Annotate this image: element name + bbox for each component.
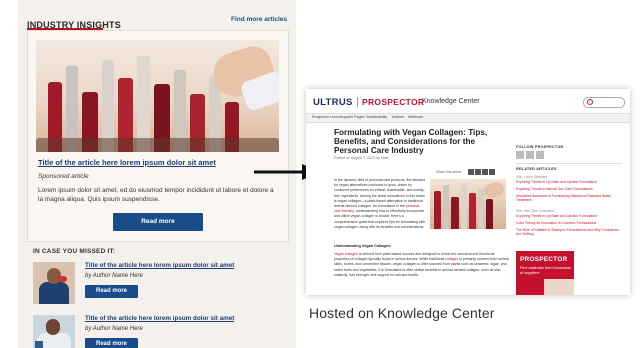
article-subheading: Understanding Vegan Collagen: bbox=[334, 244, 392, 248]
linkedin-icon[interactable] bbox=[516, 151, 524, 159]
nav-item-articles[interactable]: Articles bbox=[392, 115, 404, 119]
ad-text: Find materials from thousands of supplie… bbox=[520, 266, 572, 275]
prospector-logo[interactable]: PROSPECTOR bbox=[362, 97, 424, 107]
email-share-icon[interactable] bbox=[489, 169, 495, 175]
missed-article-author: by Author Name Here bbox=[85, 273, 143, 279]
related-article-link[interactable]: Exploring Trends in Natural Sun Care For… bbox=[516, 187, 620, 191]
kc-header: ULTRUS PROSPECTOR Knowledge Center bbox=[306, 89, 630, 113]
article-meta: Posted on August 7, 2023 by Staff bbox=[334, 156, 389, 160]
nav-item-prospector-home[interactable]: Prospector Home bbox=[312, 115, 340, 119]
logo-divider bbox=[357, 97, 358, 107]
share-label: Share this article bbox=[436, 170, 462, 174]
ad-image bbox=[544, 279, 574, 295]
nav-item-webinars[interactable]: Webinars bbox=[408, 115, 423, 119]
missed-article-item: Title of the article here lorem ipsum do… bbox=[33, 262, 283, 307]
article-section-text: Vegan collagen is derived from plant-bas… bbox=[334, 252, 509, 278]
missed-section-title: IN CASE YOU MISSED IT: bbox=[33, 248, 116, 255]
knowledge-center-screenshot: ULTRUS PROSPECTOR Knowledge Center Prosp… bbox=[306, 89, 630, 295]
read-more-button[interactable]: Read more bbox=[113, 213, 203, 231]
share-bar: Share this article bbox=[436, 169, 496, 176]
facebook-share-icon[interactable] bbox=[468, 169, 474, 175]
kc-nav-bar: Prospector Home Supplier Pages Sustainab… bbox=[306, 113, 630, 123]
related-article-link[interactable]: Color Theory for Innovation in Cosmetic … bbox=[516, 221, 620, 225]
search-icon bbox=[587, 99, 593, 105]
knowledge-center-label: Knowledge Center bbox=[422, 98, 480, 105]
linkedin-share-icon[interactable] bbox=[482, 169, 488, 175]
collagen-link[interactable]: collagen bbox=[445, 257, 458, 261]
nav-item-supplier-pages[interactable]: Supplier Pages bbox=[340, 115, 364, 119]
find-more-articles-link[interactable]: Find more articles bbox=[231, 16, 287, 23]
featured-image bbox=[36, 40, 279, 152]
related-article-link[interactable]: Innovative Advances in Formulating Water… bbox=[516, 194, 620, 203]
article-intro: In the dynamic field of personal care pr… bbox=[334, 178, 426, 230]
missed-article-thumbnail bbox=[33, 315, 75, 348]
related-article-link[interactable]: The Role of Sulfates in Shampoo Formulat… bbox=[516, 228, 620, 237]
article-image bbox=[430, 179, 506, 229]
caption: Hosted on Knowledge Center bbox=[309, 305, 495, 321]
follow-title: FOLLOW PROSPECTOR bbox=[516, 145, 564, 149]
vegan-collagen-link[interactable]: Vegan collagen bbox=[334, 252, 358, 256]
facebook-icon[interactable] bbox=[526, 151, 534, 159]
missed-article-title-link[interactable]: Title of the article here lorem ipsum do… bbox=[85, 262, 234, 269]
featured-article-card: Title of the article here lorem ipsum do… bbox=[27, 30, 289, 242]
ultrus-logo[interactable]: ULTRUS bbox=[313, 97, 353, 108]
related-category: Skin, Hair Care, Cosmetics bbox=[516, 209, 555, 213]
related-category: Skin, Lotion, Aftercare bbox=[516, 175, 548, 179]
kc-search-input[interactable] bbox=[583, 97, 625, 108]
sponsored-label: Sponsored article bbox=[38, 173, 89, 180]
missed-article-author: by Author Name Here bbox=[85, 326, 143, 332]
twitter-share-icon[interactable] bbox=[475, 169, 481, 175]
featured-article-description: Lorem ipsum dolor sit amet, ed do eiusmo… bbox=[38, 187, 274, 203]
sidebar-divider bbox=[516, 163, 622, 164]
missed-read-more-button[interactable]: Read more bbox=[85, 338, 138, 348]
article-title: Formulating with Vegan Collagen: Tips, B… bbox=[334, 128, 488, 155]
missed-article-item: Title of the article here lorem ipsum do… bbox=[33, 315, 283, 348]
nav-item-sustainability[interactable]: Sustainability bbox=[366, 115, 387, 119]
twitter-icon[interactable] bbox=[536, 151, 544, 159]
featured-article-title-link[interactable]: Title of the article here lorem ipsum do… bbox=[38, 158, 216, 167]
missed-article-title-link[interactable]: Title of the article here lorem ipsum do… bbox=[85, 315, 234, 322]
ad-title: PROSPECTOR bbox=[520, 256, 568, 263]
missed-article-thumbnail bbox=[33, 262, 75, 304]
related-article-link[interactable]: Exploring Trends in Lip Balm and Lipstic… bbox=[516, 214, 620, 218]
prospector-ad[interactable]: PROSPECTOR Find materials from thousands… bbox=[516, 251, 574, 295]
missed-read-more-button[interactable]: Read more bbox=[85, 285, 138, 298]
related-article-link[interactable]: Exploring Trends in Lip Balm and Lipstic… bbox=[516, 180, 620, 184]
related-articles-title: RELATED ARTICLES bbox=[516, 167, 557, 171]
